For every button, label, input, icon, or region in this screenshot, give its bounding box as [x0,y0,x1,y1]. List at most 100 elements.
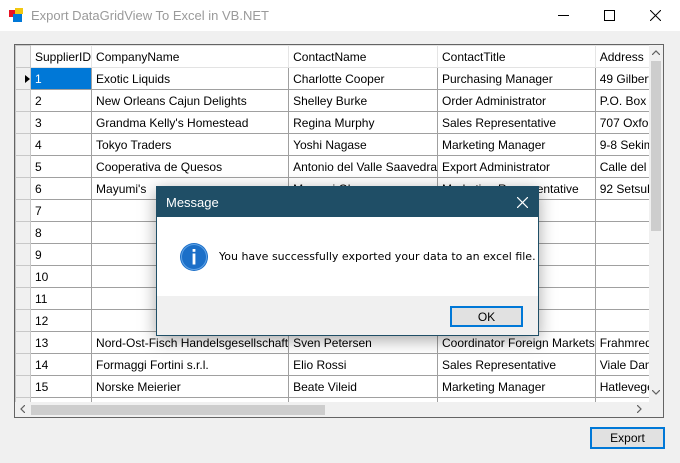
export-button[interactable]: Export [590,427,665,449]
cell-supplierid[interactable]: 12 [29,309,93,332]
row-header[interactable] [15,155,31,178]
row-header[interactable] [15,353,31,376]
scroll-up-icon[interactable] [652,50,660,55]
cell-address[interactable] [594,243,649,266]
row-header[interactable] [15,309,31,332]
cell-contacttitle[interactable]: Order Administrator [437,89,596,112]
table-row[interactable]: 3 Grandma Kelly's Homestead Regina Murphy S… [15,111,649,134]
minimize-button[interactable] [541,0,587,31]
cell-supplierid[interactable]: 1 [29,67,93,90]
cell-address[interactable]: Hatlevegen 5 [594,375,649,398]
cell-address[interactable] [594,287,649,310]
row-header[interactable] [15,243,31,266]
maximize-icon [604,10,615,21]
table-row[interactable]: 2 New Orleans Cajun Delights Shelley Burke… [15,89,649,112]
ok-button[interactable]: OK [450,306,523,327]
table-row[interactable]: 1 Exotic Liquids Charlotte Cooper Purchasin… [15,67,649,90]
close-icon [517,197,528,208]
cell-contactname[interactable]: Beate Vileid [288,375,438,398]
row-header-corner[interactable] [15,45,31,68]
row-header[interactable] [15,133,31,156]
cell-contactname[interactable]: Charlotte Cooper [288,67,438,90]
cell-companyname[interactable]: Cooperativa de Quesos [91,155,290,178]
cell-contactname[interactable]: Antonio del Valle Saavedra [288,155,438,178]
row-header[interactable] [15,67,31,90]
column-header-contacttitle[interactable]: ContactTitle [437,45,596,68]
close-button[interactable] [633,0,679,31]
cell-contacttitle[interactable]: Marketing Manager [437,375,596,398]
cell-companyname[interactable]: Tokyo Traders [91,133,290,156]
cell-address[interactable]: Frahmredder 112a [594,331,649,354]
cell-companyname[interactable]: Formaggi Fortini s.r.l. [91,353,290,376]
row-header[interactable] [15,199,31,222]
column-header-address[interactable]: Address [594,45,649,68]
row-header[interactable] [15,89,31,112]
cell-address[interactable] [594,309,649,332]
title-bar: Export DataGridView To Excel in VB.NET [0,0,680,31]
header-row: SupplierID CompanyName ContactName ContactT… [15,45,649,68]
column-header-companyname[interactable]: CompanyName [91,45,290,68]
maximize-button[interactable] [587,0,633,31]
scroll-left-icon[interactable] [20,405,25,413]
cell-address[interactable]: 92 Setsuko Chuo-ku [594,177,649,200]
cell-address[interactable]: 707 Oxford Rd. [594,111,649,134]
cell-supplierid[interactable]: 4 [29,133,93,156]
cell-supplierid[interactable]: 11 [29,287,93,310]
cell-contacttitle[interactable]: Export Administrator [437,155,596,178]
cell-contactname[interactable]: Yoshi Nagase [288,133,438,156]
cell-companyname[interactable]: Exotic Liquids [91,67,290,90]
cell-contacttitle[interactable]: Purchasing Manager [437,67,596,90]
column-header-supplierid[interactable]: SupplierID [29,45,93,68]
vertical-scroll-thumb[interactable] [651,61,661,231]
cell-contacttitle[interactable]: Marketing Manager [437,133,596,156]
table-row[interactable]: 5 Cooperativa de Quesos Antonio del Valle … [15,155,649,178]
cell-supplierid[interactable]: 13 [29,331,93,354]
row-header[interactable] [15,287,31,310]
cell-contacttitle[interactable]: Sales Representative [437,353,596,376]
cell-supplierid[interactable]: 6 [29,177,93,200]
row-header[interactable] [15,177,31,200]
cell-address[interactable]: P.O. Box 78934 [594,89,649,112]
cell-address[interactable]: 9-8 Sekimai Musashino-shi [594,133,649,156]
vertical-scrollbar[interactable] [649,45,663,402]
cell-supplierid[interactable]: 10 [29,265,93,288]
minimize-icon [558,15,569,16]
row-header[interactable] [15,221,31,244]
cell-address[interactable]: Viale Dante, 75 [594,353,649,376]
cell-companyname[interactable]: Grandma Kelly's Homestead [91,111,290,134]
cell-supplierid[interactable]: 5 [29,155,93,178]
cell-address[interactable] [594,265,649,288]
cell-supplierid[interactable]: 2 [29,89,93,112]
row-header[interactable] [15,375,31,398]
cell-address[interactable]: 49 Gilbert St. [594,67,649,90]
cell-supplierid[interactable]: 3 [29,111,93,134]
cell-supplierid[interactable]: 7 [29,199,93,222]
cell-address[interactable] [594,221,649,244]
table-row[interactable]: 14 Formaggi Fortini s.r.l. Elio Rossi Sales… [15,353,649,376]
cell-address[interactable]: Calle del Rosal 4 [594,155,649,178]
cell-address[interactable] [594,199,649,222]
horizontal-scroll-thumb[interactable] [31,405,325,415]
cell-contactname[interactable]: Regina Murphy [288,111,438,134]
scroll-down-icon[interactable] [652,390,660,395]
dialog-close-button[interactable] [506,187,538,217]
cell-supplierid[interactable]: 15 [29,375,93,398]
row-header[interactable] [15,331,31,354]
cell-contactname[interactable]: Shelley Burke [288,89,438,112]
current-row-arrow-icon [25,74,30,83]
horizontal-scrollbar[interactable] [15,402,649,417]
cell-supplierid[interactable]: 9 [29,243,93,266]
table-row[interactable]: 15 Norske Meierier Beate Vileid Marketing M… [15,375,649,398]
dialog-title-bar: Message [157,187,538,217]
cell-supplierid[interactable]: 14 [29,353,93,376]
cell-companyname[interactable]: New Orleans Cajun Delights [91,89,290,112]
cell-companyname[interactable]: Norske Meierier [91,375,290,398]
column-header-contactname[interactable]: ContactName [288,45,438,68]
cell-contacttitle[interactable]: Sales Representative [437,111,596,134]
cell-supplierid[interactable]: 8 [29,221,93,244]
scroll-right-icon[interactable] [637,405,642,413]
row-header[interactable] [15,111,31,134]
row-header[interactable] [15,265,31,288]
cell-contactname[interactable]: Elio Rossi [288,353,438,376]
table-row[interactable]: 4 Tokyo Traders Yoshi Nagase Marketing Mana… [15,133,649,156]
